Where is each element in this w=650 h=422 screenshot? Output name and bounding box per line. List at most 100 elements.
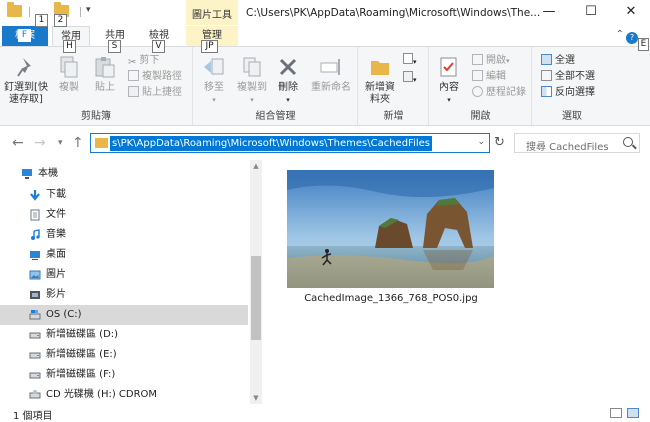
select-none-button[interactable]: 全部不選	[541, 69, 595, 84]
nav-item-label: 新增磁碟區 (D:)	[46, 329, 119, 340]
address-history-chevron-icon[interactable]: ⌄	[477, 137, 485, 147]
nav-item-drive-c[interactable]: OS (C:)	[0, 305, 248, 325]
nav-item-label: 影片	[46, 289, 66, 300]
new-item-button[interactable]: ▾	[403, 53, 423, 67]
recent-locations-chevron-icon[interactable]: ▾	[58, 138, 63, 148]
details-view-icon[interactable]	[610, 408, 622, 418]
nav-item-documents[interactable]: 文件	[0, 205, 248, 225]
pin-icon	[17, 58, 31, 77]
navigation-pane: 本機 下載 文件 音樂 桌面 圖片 影片 OS (C:) 新增磁碟區 (D:) …	[0, 160, 262, 404]
pin-to-quick-access-button[interactable]: 釘選到[快速存取]	[4, 55, 50, 106]
copy-to-button[interactable]: 複製到 ▾	[234, 55, 270, 105]
back-button[interactable]: ←	[12, 135, 24, 151]
close-button[interactable]: ✕	[614, 0, 648, 26]
nav-item-drive-f[interactable]: 新增磁碟區 (F:)	[0, 365, 248, 385]
history-button[interactable]: 歷程記錄	[472, 85, 526, 100]
new-folder-icon	[371, 61, 389, 75]
properties-button[interactable]: 內容 ▾	[432, 55, 466, 105]
select-none-label: 全部不選	[555, 71, 595, 82]
scissors-icon: ✂	[128, 57, 137, 68]
nav-item-label: 桌面	[46, 249, 66, 260]
nav-item-label: 下載	[46, 189, 66, 200]
item-count: 1 個項目	[13, 411, 53, 422]
invert-selection-button[interactable]: 反向選擇	[541, 85, 595, 100]
select-none-icon	[541, 70, 552, 81]
nav-item-drive-e[interactable]: 新增磁碟區 (E:)	[0, 345, 248, 365]
ribbon-collapse-chevron-icon[interactable]: ⌃	[616, 29, 624, 40]
paste-button[interactable]: 貼上	[88, 55, 122, 94]
minimize-button[interactable]: —	[532, 0, 566, 26]
scroll-down-icon[interactable]: ▼	[250, 392, 262, 404]
organize-group-label: 組合管理	[255, 111, 296, 122]
nav-item-cdrom[interactable]: CD 光碟機 (H:) CDROM	[0, 385, 248, 405]
delete-chevron-icon: ▾	[286, 96, 290, 104]
nav-item-desktop[interactable]: 桌面	[0, 245, 248, 265]
move-to-button[interactable]: 移至 ▾	[196, 55, 232, 105]
select-all-button[interactable]: 全選	[541, 53, 575, 68]
cut-label: 剪下	[139, 55, 160, 66]
select-all-label: 全選	[555, 55, 575, 66]
keytip-2: 2	[54, 14, 67, 27]
folder-icon[interactable]	[7, 2, 22, 17]
copy-to-icon	[243, 57, 261, 77]
file-item[interactable]: CachedImage_1366_768_POS0.jpg	[262, 160, 520, 310]
nav-item-drive-d[interactable]: 新增磁碟區 (D:)	[0, 325, 248, 345]
select-all-icon	[541, 54, 552, 65]
easy-access-button[interactable]: ▾	[403, 71, 423, 85]
nav-item-label: CD 光碟機 (H:) CDROM	[46, 389, 158, 400]
search-icon[interactable]	[623, 137, 633, 147]
paste-label: 貼上	[95, 82, 115, 93]
documents-icon	[30, 209, 40, 221]
easy-access-icon	[403, 71, 413, 82]
desktop-icon	[30, 251, 40, 260]
divider	[80, 7, 81, 17]
delete-button[interactable]: 刪除 ▾	[274, 55, 302, 105]
delete-label: 刪除	[278, 82, 298, 93]
nav-item-this-pc[interactable]: 本機	[0, 164, 248, 184]
image-thumbnail[interactable]	[287, 170, 494, 288]
address-path[interactable]: s\PK\AppData\Roaming\Microsoft\Windows\T…	[110, 136, 432, 151]
nav-item-music[interactable]: 音樂	[0, 225, 248, 245]
nav-scrollbar-thumb[interactable]	[251, 256, 261, 340]
copy-button[interactable]: 複製	[52, 55, 86, 94]
keytip-1: 1	[35, 14, 48, 27]
new-folder-button[interactable]: 新增資料夾	[361, 55, 399, 106]
nav-item-label: 本機	[38, 168, 58, 179]
properties-chevron-icon: ▾	[447, 96, 451, 104]
forward-button[interactable]: →	[34, 135, 46, 151]
paste-shortcut-button[interactable]: 貼上捷徑	[128, 85, 182, 100]
maximize-button[interactable]: ☐	[574, 0, 608, 26]
drive-icon	[29, 352, 41, 359]
scroll-up-icon[interactable]: ▲	[250, 160, 262, 172]
nav-item-label: 文件	[46, 209, 66, 220]
open-group: 內容 ▾ 開啟▾ 編輯 歷程記錄 開啟	[430, 47, 532, 125]
keytip-h: H	[63, 40, 76, 53]
address-bar[interactable]: s\PK\AppData\Roaming\Microsoft\Windows\T…	[90, 133, 490, 153]
rename-icon	[320, 59, 340, 75]
keytip-e: E	[638, 38, 649, 51]
copy-path-label: 複製路徑	[142, 71, 182, 82]
nav-item-videos[interactable]: 影片	[0, 285, 248, 305]
copy-path-button[interactable]: 複製路徑	[128, 69, 182, 84]
refresh-icon[interactable]: ↻	[494, 135, 505, 150]
computer-icon	[22, 169, 32, 179]
help-icon[interactable]: ?	[626, 32, 638, 44]
nav-item-pictures[interactable]: 圖片	[0, 265, 248, 285]
open-button[interactable]: 開啟▾	[472, 53, 510, 68]
nav-item-downloads[interactable]: 下載	[0, 185, 248, 205]
new-item-icon	[403, 53, 413, 64]
customize-quick-access-chevron-icon[interactable]: ▾	[86, 5, 91, 15]
select-group: 全選 全部不選 反向選擇 選取	[533, 47, 611, 125]
invert-selection-label: 反向選擇	[555, 87, 595, 98]
rename-button[interactable]: 重新命名	[306, 55, 356, 94]
large-icons-view-icon[interactable]	[627, 408, 639, 418]
drive-c-icon	[29, 310, 41, 320]
cdrom-icon	[29, 390, 41, 399]
cut-button[interactable]: ✂ 剪下	[128, 53, 159, 68]
select-group-label: 選取	[562, 111, 582, 122]
search-box[interactable]: 搜尋 CachedFiles	[514, 133, 640, 153]
edit-button[interactable]: 編輯	[472, 69, 506, 84]
edit-icon	[472, 70, 483, 81]
up-button[interactable]: ↑	[72, 135, 84, 151]
context-tab-header: 圖片工具	[186, 0, 238, 25]
